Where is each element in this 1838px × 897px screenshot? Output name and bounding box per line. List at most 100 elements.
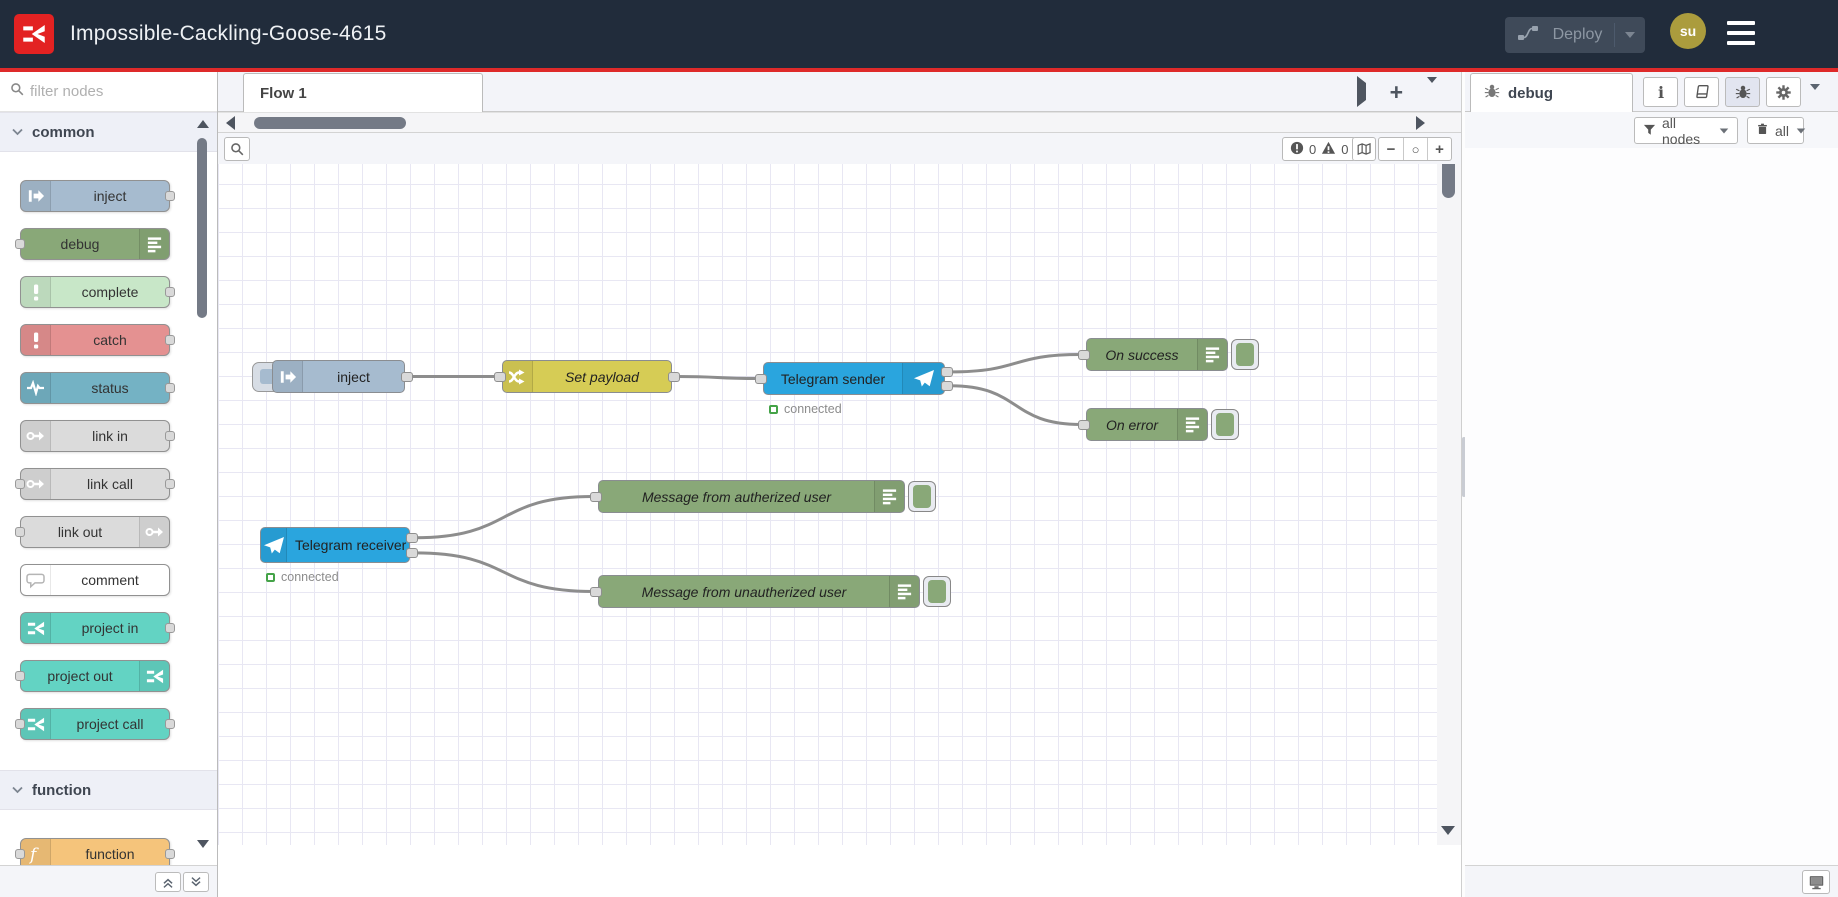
zoom-in-button[interactable]: + [1427,138,1451,160]
output-port-0[interactable] [941,366,953,377]
output-port-0[interactable] [406,532,418,543]
flow-list-caret[interactable] [1427,77,1437,101]
output-port[interactable] [165,431,175,441]
palette-node-link-out[interactable]: link out [15,516,170,548]
canvas-node-inject[interactable]: inject [272,360,413,393]
palette-category-common[interactable]: common [0,112,217,152]
deploy-button[interactable]: Deploy [1505,17,1645,53]
input-port[interactable] [15,239,25,249]
user-avatar[interactable]: su [1670,13,1706,49]
canvas-scroll-right-icon[interactable] [1416,116,1425,130]
tab-config-button[interactable] [1766,77,1801,107]
output-port[interactable] [165,287,175,297]
canvas-node-telegram-sender[interactable]: Telegram sender [755,362,953,395]
wire-telegram-receiver-to-msg-unauth[interactable] [413,551,595,593]
wire-telegram-sender-to-on-error[interactable] [948,384,1083,426]
deploy-options-caret[interactable] [1615,32,1645,38]
palette-scrollbar-thumb[interactable] [197,138,207,318]
input-port[interactable] [15,671,25,681]
palette-node-function[interactable]: f function [15,838,175,865]
output-port-0[interactable] [401,371,413,382]
debug-clear-dropdown[interactable]: all [1747,117,1806,144]
output-port[interactable] [165,383,175,393]
output-port-0[interactable] [668,371,680,382]
workspace: Flow 1 + inject Set payload Telegram sende… [218,72,1461,897]
shuffle-icon [503,361,533,392]
output-port[interactable] [165,191,175,201]
palette-node-project-in[interactable]: project in [20,612,175,644]
debug-toggle-button[interactable] [923,576,951,607]
wire-telegram-receiver-to-msg-auth[interactable] [413,495,595,540]
palette-node-status[interactable]: status [20,372,175,404]
debug-toggle-button[interactable] [908,481,936,512]
palette-node-catch[interactable]: catch [20,324,175,356]
tab-help-button[interactable] [1684,77,1719,107]
palette-node-project-call[interactable]: project call [15,708,175,740]
output-port[interactable] [165,479,175,489]
output-port[interactable] [165,849,175,859]
tab-flow-1[interactable]: Flow 1 [243,73,483,112]
palette-filter [0,72,217,112]
add-flow-button[interactable]: + [1390,81,1403,104]
output-port-1[interactable] [406,547,418,558]
output-port-1[interactable] [941,380,953,391]
debug-toggle-button[interactable] [1211,409,1239,440]
input-port[interactable] [755,373,767,384]
palette-scroll-down-icon[interactable] [197,840,209,848]
palette-scroll-up-icon[interactable] [197,120,209,128]
input-port[interactable] [15,479,25,489]
canvas-node-msg-unauth[interactable]: Message from unautherized user [590,575,920,608]
canvas-node-telegram-receiver[interactable]: Telegram receiver [260,527,418,563]
input-port[interactable] [15,719,25,729]
debug-toggle-button[interactable] [1231,339,1259,370]
palette-node-complete[interactable]: complete [20,276,175,308]
input-port[interactable] [494,371,506,382]
tab-info-button[interactable]: i [1643,77,1678,107]
output-port[interactable] [165,335,175,345]
input-port[interactable] [15,849,25,859]
palette: common inject debug complete catch status link… [0,72,218,897]
palette-node-link-in[interactable]: link in [20,420,175,452]
output-port[interactable] [165,623,175,633]
canvas-search-button[interactable] [224,137,250,161]
exclam-icon [21,277,51,307]
tab-debug[interactable]: debug [1470,73,1633,112]
navigator-map-button[interactable] [1352,137,1376,161]
zoom-reset-button[interactable]: ○ [1403,138,1427,160]
zoom-out-button[interactable]: − [1379,138,1403,160]
canvas-node-on-error[interactable]: On error [1078,408,1208,441]
sidebar-tabs-caret[interactable] [1810,84,1820,108]
palette-expand-all-button[interactable] [183,872,209,892]
node-label: Set payload [565,368,639,385]
palette-node-inject[interactable]: inject [20,180,175,212]
canvas-node-msg-auth[interactable]: Message from autherized user [590,480,905,513]
canvas-scroll-left-icon[interactable] [226,116,235,130]
input-port[interactable] [1078,419,1090,430]
notification-counts[interactable]: 0 0 [1282,137,1357,161]
input-port[interactable] [590,586,602,597]
palette-node-project-out[interactable]: project out [15,660,170,692]
palette-filter-input[interactable] [30,83,180,100]
tab-debug-button[interactable] [1725,77,1760,107]
palette-node-comment[interactable]: comment [20,564,170,596]
open-debug-window-button[interactable] [1802,870,1830,894]
input-port[interactable] [590,491,602,502]
canvas-node-set-payload[interactable]: Set payload [494,360,680,393]
debug-filter-dropdown[interactable]: all nodes [1634,115,1738,147]
palette-category-function[interactable]: function [0,770,217,810]
flowfuse-logo-icon[interactable] [14,14,54,54]
palette-node-debug[interactable]: debug [15,228,170,260]
wire-set-payload-to-telegram-sender[interactable] [675,375,760,380]
main-menu-button[interactable] [1727,21,1755,45]
input-port[interactable] [1078,349,1090,360]
next-tab-icon[interactable] [1356,76,1366,107]
canvas-hscroll-thumb[interactable] [254,117,406,129]
palette-node-link-call[interactable]: link call [15,468,175,500]
canvas-scroll-down-icon[interactable] [1441,826,1455,835]
flow-canvas[interactable]: inject Set payload Telegram sender connecte… [218,112,1461,845]
input-port[interactable] [15,527,25,537]
canvas-node-on-success[interactable]: On success [1078,338,1228,371]
wire-telegram-sender-to-on-success[interactable] [948,353,1083,374]
output-port[interactable] [165,719,175,729]
palette-collapse-all-button[interactable] [155,872,181,892]
